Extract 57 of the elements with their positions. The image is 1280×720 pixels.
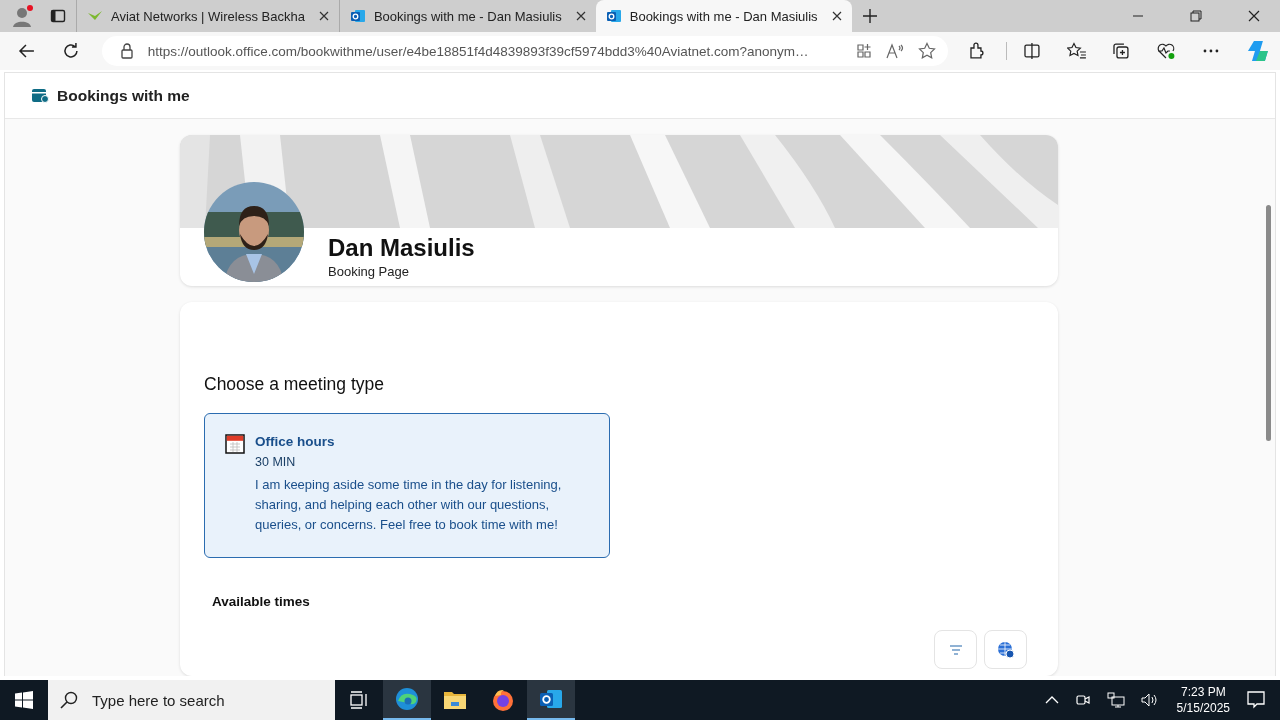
browser-tab[interactable]: Bookings with me - Dan Masiulis	[595, 0, 852, 32]
copilot-icon[interactable]	[1246, 39, 1270, 63]
meeting-duration: 30 MIN	[255, 455, 297, 469]
meeting-name: Office hours	[255, 434, 336, 449]
app-available-icon[interactable]	[855, 43, 872, 59]
section-heading: Available times	[212, 594, 310, 609]
tab-actions-icon[interactable]	[50, 8, 66, 24]
profile-icon[interactable]	[10, 3, 36, 29]
globe-clock-icon	[996, 640, 1015, 659]
new-tab-icon[interactable]	[861, 8, 878, 24]
person-name: Dan Masiulis	[328, 234, 475, 262]
section-heading: Choose a meeting type	[204, 374, 384, 395]
taskbar-app-button[interactable]	[383, 680, 431, 720]
page-subtitle: Booking Page	[328, 264, 410, 279]
close-icon[interactable]	[575, 11, 586, 21]
volume-icon[interactable]	[1140, 692, 1159, 708]
taskbar-search-field[interactable]: Type here to search	[48, 680, 335, 720]
firefox-icon	[491, 688, 515, 712]
clock-date[interactable]: 5/15/2025	[1176, 700, 1230, 716]
task-view-icon	[349, 691, 369, 709]
tab-title: Bookings with me - Dan Masiulis	[629, 8, 818, 24]
back-icon[interactable]	[18, 42, 36, 60]
meeting-type-card[interactable]: Office hours 30 MIN I am keeping aside some time in the day for listening, sharing, and helping each other with our questions, queries, or concerns. Feel free to book time with me!	[204, 413, 610, 558]
chevron-up-icon[interactable]	[1044, 695, 1059, 705]
calendar-icon	[225, 434, 245, 454]
timezone-button[interactable]	[984, 630, 1027, 669]
taskbar-app-button[interactable]	[527, 680, 575, 720]
outlook-icon	[349, 8, 366, 24]
folder-icon	[443, 690, 467, 710]
lock-icon	[119, 43, 134, 59]
camera-icon[interactable]	[1074, 692, 1091, 708]
restore-icon[interactable]	[1190, 10, 1202, 22]
close-icon[interactable]	[831, 11, 842, 21]
address-field[interactable]: https://outlook.office.com/bookwithme/user/e4be18851f4d4839893f39cf5974bdd3%40Aviatnet.com?anonym…	[101, 36, 948, 66]
extensions-icon[interactable]	[967, 42, 986, 60]
favorite-star-icon[interactable]	[917, 42, 936, 60]
collections-icon[interactable]	[1112, 42, 1131, 60]
clock-time[interactable]: 7:23 PM	[1180, 684, 1226, 700]
tab-title: Bookings with me - Dan Masiulis	[373, 8, 562, 24]
close-icon[interactable]	[1248, 10, 1260, 22]
outlook-icon	[539, 687, 563, 711]
read-aloud-icon[interactable]	[885, 43, 904, 59]
windows-start-icon[interactable]	[15, 691, 33, 709]
network-icon[interactable]	[1106, 692, 1125, 708]
edge-icon	[395, 687, 419, 711]
refresh-icon[interactable]	[61, 42, 80, 60]
tab-title: Aviat Networks | Wireless Backha	[111, 8, 305, 24]
outlook-icon	[605, 8, 622, 24]
app-title: Bookings with me	[57, 86, 190, 105]
filter-icon	[948, 644, 963, 655]
notification-icon[interactable]	[1246, 690, 1266, 710]
meeting-description: I am keeping aside some time in the day for listening, sharing, and helping each other with our questions, queries, or concerns. Feel free to book time with me!	[255, 476, 563, 534]
health-icon[interactable]	[1156, 42, 1177, 60]
calendar-person-icon	[31, 86, 49, 105]
favorites-icon[interactable]	[1066, 42, 1087, 60]
close-icon[interactable]	[318, 11, 329, 21]
split-screen-icon[interactable]	[1022, 42, 1041, 60]
